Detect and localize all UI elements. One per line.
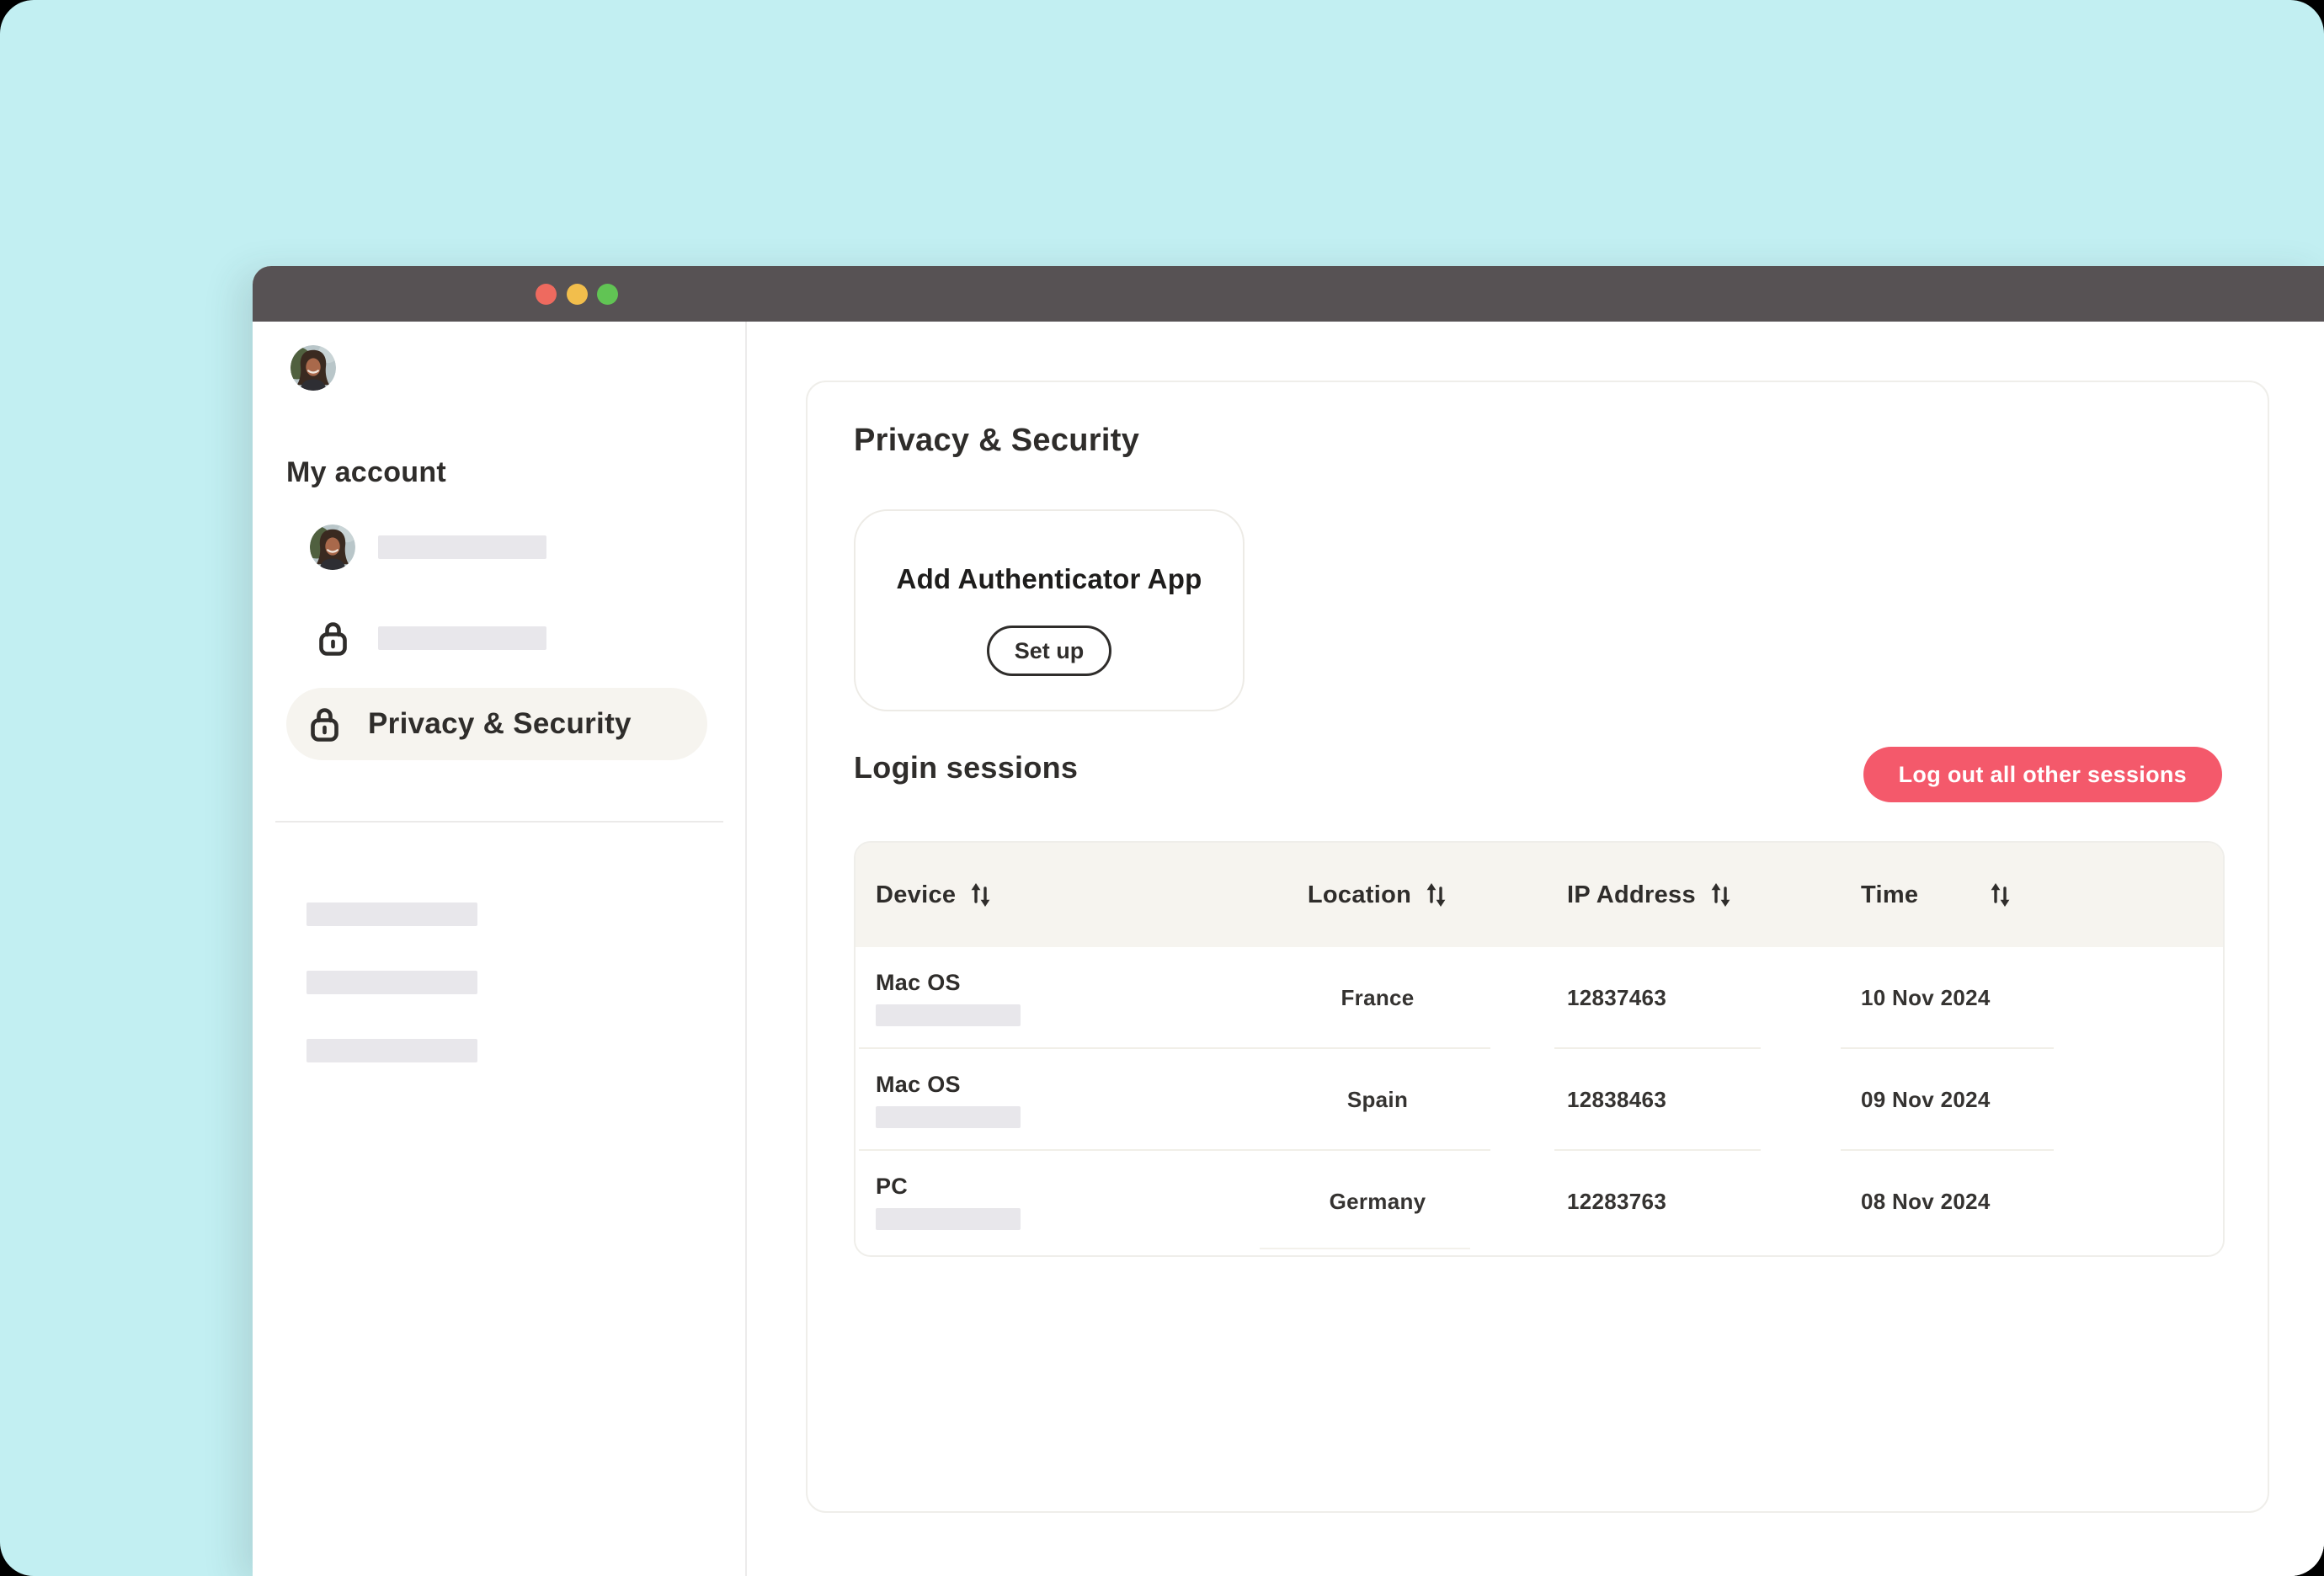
- location-cell: Spain: [1346, 1087, 1409, 1112]
- lock-icon: [318, 620, 348, 656]
- main-area: Privacy & Security Add Authenticator App…: [747, 322, 2324, 1576]
- sidebar-item-privacy-security-active[interactable]: Privacy & Security: [286, 688, 707, 760]
- window-titlebar[interactable]: [253, 266, 2324, 322]
- avatar-icon: [310, 524, 355, 570]
- sort-icon[interactable]: [1425, 881, 1447, 908]
- column-header-device[interactable]: Device: [876, 881, 1277, 909]
- device-cell: Mac OS: [876, 970, 961, 995]
- ip-cell: 12837463: [1567, 985, 1667, 1010]
- logout-all-sessions-button[interactable]: Log out all other sessions: [1863, 747, 2222, 802]
- table-row: Mac OS Spain 12838463 09 Nov 2024: [856, 1049, 2223, 1151]
- label-placeholder: [378, 626, 546, 650]
- column-header-ip-address[interactable]: IP Address: [1567, 881, 1773, 909]
- sidebar-item-profile[interactable]: [310, 524, 546, 570]
- sidebar-divider: [275, 821, 723, 823]
- time-cell: 08 Nov 2024: [1861, 1189, 1991, 1214]
- sort-icon[interactable]: [969, 881, 992, 908]
- column-header-label: Device: [876, 881, 957, 908]
- close-window-icon[interactable]: [536, 284, 557, 305]
- label-placeholder: [378, 535, 546, 559]
- zoom-window-icon[interactable]: [597, 284, 618, 305]
- location-cell: Germany: [1329, 1189, 1426, 1214]
- table-row: Mac OS France 12837463 10 Nov 2024: [856, 947, 2223, 1049]
- profile-avatar: [290, 345, 336, 391]
- authenticator-card-title: Add Authenticator App: [896, 563, 1202, 594]
- login-sessions-title: Login sessions: [854, 750, 1079, 785]
- sidebar-link-placeholder: [306, 1039, 477, 1062]
- ip-cell: 12283763: [1567, 1189, 1667, 1214]
- column-header-label: Location: [1307, 881, 1412, 908]
- column-header-label: Time: [1861, 881, 1919, 908]
- set-up-button[interactable]: Set up: [986, 626, 1112, 676]
- table-header-row: Device Location IP Address Time: [856, 843, 2223, 947]
- time-cell: 09 Nov 2024: [1861, 1087, 1991, 1112]
- time-cell: 10 Nov 2024: [1861, 985, 1991, 1010]
- sort-icon[interactable]: [1709, 881, 1732, 908]
- sidebar-item-label: Privacy & Security: [368, 707, 632, 740]
- device-cell: PC: [876, 1174, 909, 1199]
- device-detail-placeholder: [876, 1208, 1021, 1230]
- column-header-location[interactable]: Location: [1308, 881, 1447, 909]
- sidebar: My account Privacy & Security: [253, 322, 747, 1576]
- device-detail-placeholder: [876, 1004, 1021, 1026]
- authenticator-card: Add Authenticator App Set up: [854, 509, 1245, 711]
- app-window: My account Privacy & Security Privacy & …: [253, 266, 2324, 1576]
- minimize-window-icon[interactable]: [567, 284, 588, 305]
- ip-cell: 12838463: [1567, 1087, 1667, 1112]
- page-title: Privacy & Security: [854, 423, 1140, 458]
- lock-icon: [310, 706, 339, 742]
- column-header-label: IP Address: [1567, 881, 1696, 908]
- desktop-background: My account Privacy & Security Privacy & …: [0, 0, 2324, 1576]
- row-divider: [1260, 1248, 1470, 1249]
- device-cell: Mac OS: [876, 1072, 961, 1097]
- sidebar-link-placeholder: [306, 971, 477, 994]
- sort-icon[interactable]: [1989, 881, 2012, 908]
- table-row: PC Germany 12283763 08 Nov 2024: [856, 1151, 2223, 1253]
- column-header-time[interactable]: Time: [1861, 881, 2223, 909]
- sidebar-item-security[interactable]: [310, 615, 546, 661]
- login-sessions-table: Device Location IP Address Time Mac OS F…: [854, 841, 2225, 1257]
- device-detail-placeholder: [876, 1106, 1021, 1128]
- privacy-security-panel: Privacy & Security Add Authenticator App…: [806, 381, 2269, 1513]
- sidebar-section-title: My account: [286, 456, 447, 488]
- location-cell: France: [1341, 985, 1415, 1010]
- avatar-photo-icon: [290, 345, 336, 391]
- sidebar-link-placeholder: [306, 902, 477, 926]
